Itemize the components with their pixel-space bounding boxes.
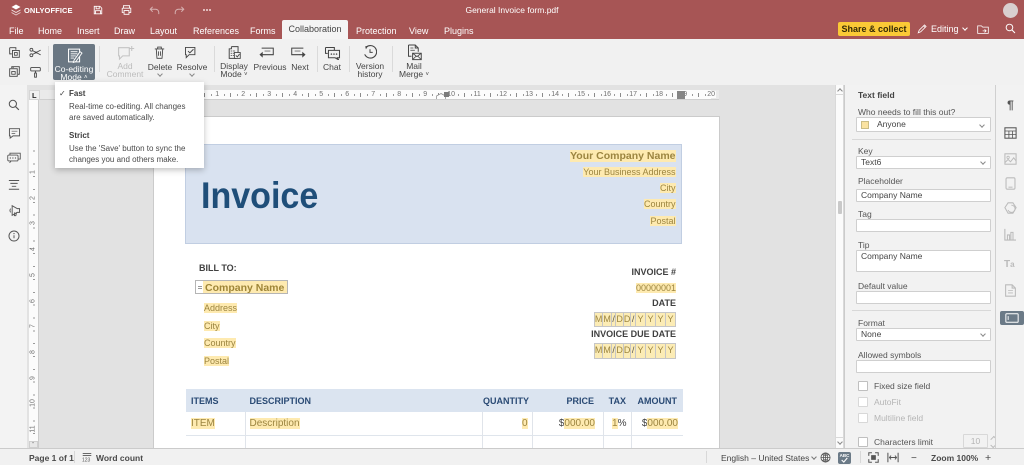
svg-text:123: 123 bbox=[82, 457, 91, 462]
